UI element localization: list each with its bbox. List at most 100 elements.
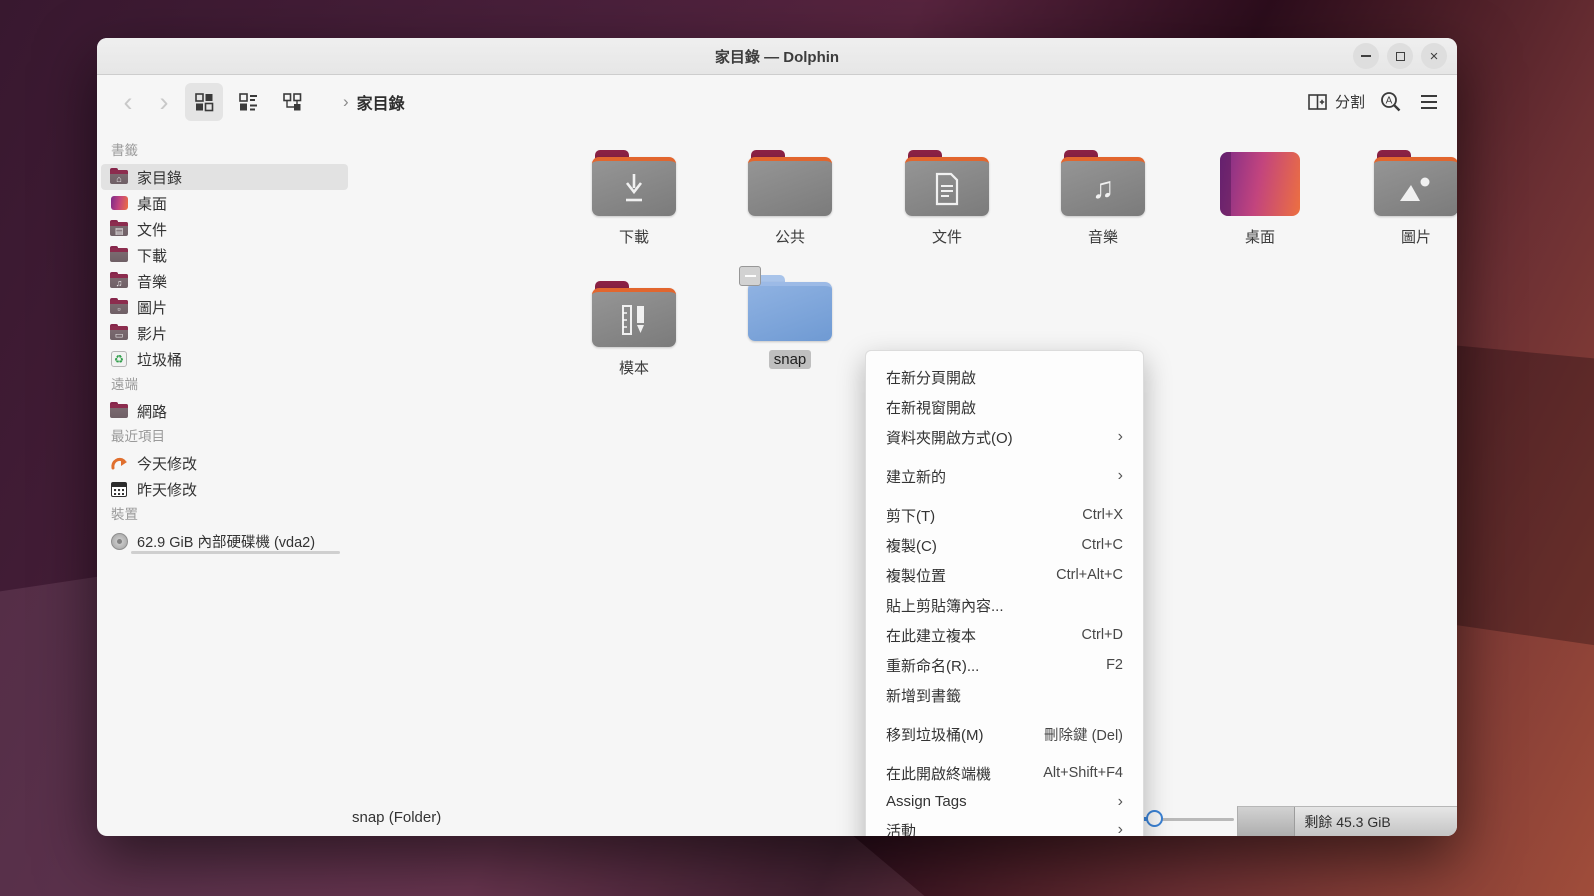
- public-folder-icon: [748, 150, 832, 216]
- sidebar-item-label: 垃圾桶: [137, 349, 182, 370]
- desktop-folder-icon: [1220, 152, 1300, 216]
- breadcrumb-chevron-icon: ›: [343, 92, 349, 112]
- zoom-slider-handle[interactable]: [1146, 810, 1163, 827]
- menu-item-move-to-trash[interactable]: 移到垃圾桶(M)刪除鍵 (Del): [866, 719, 1143, 749]
- file-label: 文件: [927, 225, 967, 248]
- sidebar-item-label: 62.9 GiB 內部硬碟機 (vda2): [137, 531, 315, 552]
- menu-item-copy[interactable]: 複製(C)Ctrl+C: [866, 530, 1143, 560]
- split-view-icon: [1307, 92, 1328, 112]
- sidebar-item-downloads[interactable]: 下載: [101, 242, 348, 268]
- menu-item-add-to-places[interactable]: 新增到書籤: [866, 680, 1143, 710]
- submenu-chevron-icon: ›: [1118, 821, 1123, 836]
- sidebar-item-music[interactable]: ♫ 音樂: [101, 268, 348, 294]
- menu-button[interactable]: [1417, 91, 1441, 113]
- menu-item-duplicate-here[interactable]: 在此建立複本Ctrl+D: [866, 620, 1143, 650]
- file-label: 下載: [614, 225, 654, 248]
- compact-view-button[interactable]: [229, 83, 267, 121]
- file-public[interactable]: 公共: [734, 150, 846, 248]
- sidebar-item-hard-disk[interactable]: 62.9 GiB 內部硬碟機 (vda2): [101, 528, 348, 554]
- menu-item-cut[interactable]: 剪下(T)Ctrl+X: [866, 500, 1143, 530]
- calendar-icon: [111, 482, 127, 497]
- deselect-badge[interactable]: [739, 266, 761, 286]
- section-remote: 遠端: [97, 372, 352, 398]
- videos-folder-icon: ▭: [110, 326, 128, 340]
- sidebar-item-label: 家目錄: [137, 167, 182, 188]
- menu-item-create-new[interactable]: 建立新的›: [866, 461, 1143, 491]
- context-menu: 在新分頁開啟 在新視窗開啟 資料夾開啟方式(O)› 建立新的› 剪下(T)Ctr…: [865, 350, 1144, 836]
- home-folder-icon: ⌂: [110, 170, 128, 184]
- details-view-button[interactable]: [273, 83, 311, 121]
- menu-item-open-with[interactable]: 資料夾開啟方式(O)›: [866, 422, 1143, 452]
- trash-icon: ♻: [111, 351, 127, 367]
- download-arrow-icon: [616, 170, 652, 208]
- file-snap[interactable]: snap: [734, 275, 846, 369]
- image-icon: [1396, 174, 1436, 204]
- sidebar-item-documents[interactable]: ▤ 文件: [101, 216, 348, 242]
- sidebar-item-label: 今天修改: [137, 453, 197, 474]
- file-templates[interactable]: 模本: [578, 281, 690, 379]
- documents-folder-icon: [905, 150, 989, 216]
- sidebar-item-label: 圖片: [137, 297, 167, 318]
- sidebar-item-label: 下載: [137, 245, 167, 266]
- minimize-button[interactable]: [1353, 43, 1379, 69]
- templates-folder-icon: [592, 281, 676, 347]
- close-button[interactable]: ×: [1421, 43, 1447, 69]
- dolphin-window: 家目錄 — Dolphin × ‹ ›: [97, 38, 1457, 836]
- file-desktop[interactable]: 桌面: [1204, 150, 1316, 248]
- sidebar-item-pictures[interactable]: ▫ 圖片: [101, 294, 348, 320]
- search-icon: A: [1379, 90, 1403, 114]
- titlebar[interactable]: 家目錄 — Dolphin ×: [97, 38, 1457, 75]
- music-note-icon: ♫: [1092, 172, 1115, 206]
- sidebar-item-network[interactable]: 網路: [101, 398, 348, 424]
- file-label: 音樂: [1083, 225, 1123, 248]
- sidebar-item-label: 昨天修改: [137, 479, 197, 500]
- menu-item-copy-location[interactable]: 複製位置Ctrl+Alt+C: [866, 560, 1143, 590]
- free-space-label: 剩餘 45.3 GiB: [1238, 807, 1457, 836]
- sidebar-item-label: 音樂: [137, 271, 167, 292]
- selection-info: snap (Folder): [352, 809, 441, 826]
- hard-disk-icon: [111, 533, 128, 550]
- forward-button[interactable]: ›: [149, 87, 179, 117]
- menu-item-paste-clipboard[interactable]: 貼上剪貼簿內容...: [866, 590, 1143, 620]
- music-folder-icon: ♫: [1061, 150, 1145, 216]
- menu-separator: [866, 710, 1143, 719]
- sidebar-item-desktop[interactable]: 桌面: [101, 190, 348, 216]
- menu-item-activities[interactable]: 活動›: [866, 815, 1143, 836]
- menu-item-open-new-tab[interactable]: 在新分頁開啟: [866, 362, 1143, 392]
- free-space-bar[interactable]: 剩餘 45.3 GiB: [1237, 806, 1457, 836]
- menu-item-open-terminal-here[interactable]: 在此開啟終端機Alt+Shift+F4: [866, 758, 1143, 788]
- toolbar: ‹ ›: [97, 75, 1457, 128]
- split-view-button[interactable]: 分割: [1307, 91, 1365, 112]
- file-label-selected: snap: [769, 350, 812, 369]
- folder-view[interactable]: 下載 公共 文件 ♫: [352, 128, 1457, 800]
- sidebar-item-label: 影片: [137, 323, 167, 344]
- sidebar-item-videos[interactable]: ▭ 影片: [101, 320, 348, 346]
- back-button[interactable]: ‹: [113, 87, 143, 117]
- menu-item-assign-tags[interactable]: Assign Tags›: [866, 788, 1143, 815]
- sidebar-item-label: 文件: [137, 219, 167, 240]
- sidebar-item-label: 網路: [137, 401, 167, 422]
- section-bookmarks: 書籤: [97, 138, 352, 164]
- breadcrumb-home[interactable]: 家目錄: [357, 90, 405, 114]
- icons-view-button[interactable]: [185, 83, 223, 121]
- file-pictures[interactable]: 圖片: [1360, 150, 1457, 248]
- file-music[interactable]: ♫ 音樂: [1047, 150, 1159, 248]
- downloads-folder-icon: [110, 248, 128, 262]
- maximize-button[interactable]: [1387, 43, 1413, 69]
- submenu-chevron-icon: ›: [1118, 793, 1123, 811]
- sidebar-item-modified-today[interactable]: 今天修改: [101, 450, 348, 476]
- file-documents[interactable]: 文件: [891, 150, 1003, 248]
- places-panel: 書籤 ⌂ 家目錄 桌面 ▤ 文件 下載 ♫ 音樂 ▫: [97, 128, 352, 800]
- menu-item-open-new-window[interactable]: 在新視窗開啟: [866, 392, 1143, 422]
- file-downloads[interactable]: 下載: [578, 150, 690, 248]
- hamburger-icon: [1421, 95, 1437, 97]
- search-button[interactable]: A: [1379, 90, 1403, 114]
- menu-item-rename[interactable]: 重新命名(R)...F2: [866, 650, 1143, 680]
- file-label: 模本: [614, 356, 654, 379]
- music-folder-icon: ♫: [110, 274, 128, 288]
- sidebar-item-trash[interactable]: ♻ 垃圾桶: [101, 346, 348, 372]
- menu-separator: [866, 452, 1143, 461]
- sidebar-item-home[interactable]: ⌂ 家目錄: [101, 164, 348, 190]
- breadcrumb: › 家目錄: [343, 90, 405, 114]
- sidebar-item-modified-yesterday[interactable]: 昨天修改: [101, 476, 348, 502]
